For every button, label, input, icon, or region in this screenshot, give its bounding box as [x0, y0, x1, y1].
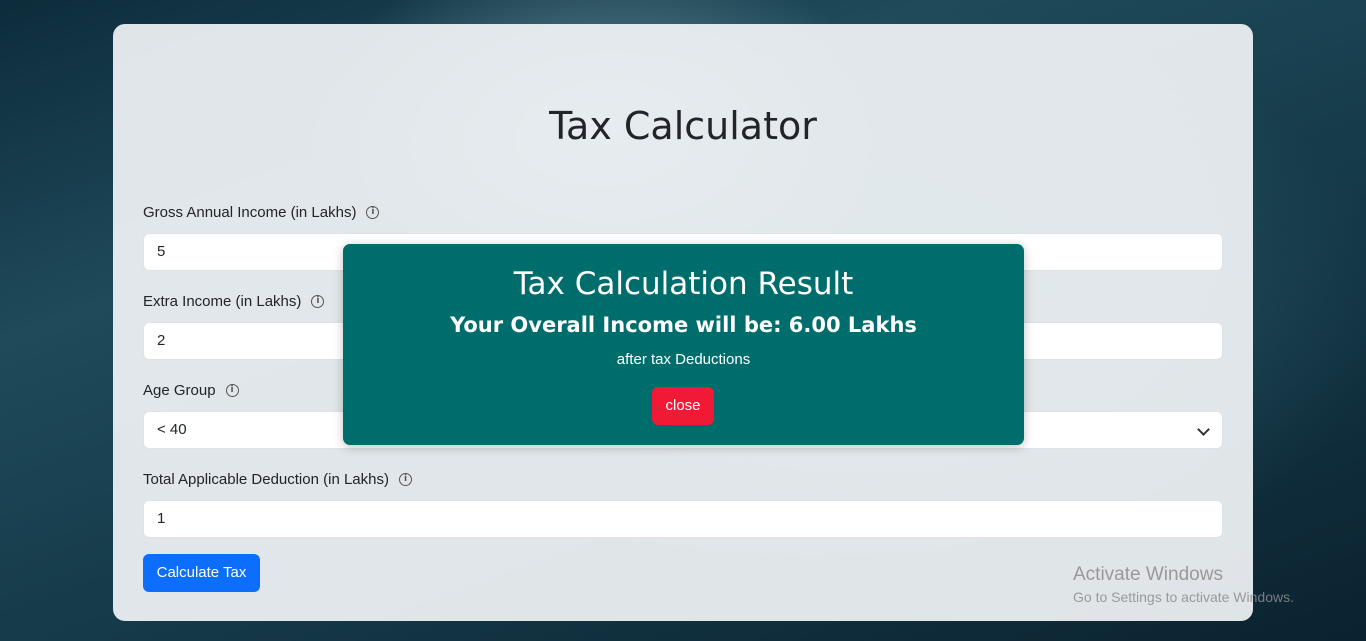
- info-icon[interactable]: i: [398, 472, 412, 486]
- activate-windows-watermark: Activate Windows Go to Settings to activ…: [1073, 564, 1294, 605]
- info-icon[interactable]: i: [366, 205, 380, 219]
- page-title: Tax Calculator: [549, 104, 817, 148]
- age-group-label-text: Age Group: [143, 381, 216, 399]
- age-group-label: Age Group i: [143, 380, 239, 400]
- age-group-selected-value: < 40: [157, 421, 187, 438]
- gross-income-label: Gross Annual Income (in Lakhs) i: [143, 202, 380, 222]
- result-modal: Tax Calculation Result Your Overall Inco…: [343, 244, 1024, 445]
- modal-title: Tax Calculation Result: [513, 266, 854, 302]
- info-icon[interactable]: i: [225, 383, 239, 397]
- extra-income-label-text: Extra Income (in Lakhs): [143, 292, 302, 310]
- chevron-down-icon: [1197, 423, 1210, 436]
- deduction-input[interactable]: 1: [143, 500, 1223, 538]
- gross-income-label-text: Gross Annual Income (in Lakhs): [143, 203, 357, 221]
- extra-income-label: Extra Income (in Lakhs) i: [143, 291, 325, 311]
- deduction-label-text: Total Applicable Deduction (in Lakhs): [143, 470, 389, 488]
- deduction-label: Total Applicable Deduction (in Lakhs) i: [143, 469, 412, 489]
- overall-income-result: Your Overall Income will be: 6.00 Lakhs: [450, 313, 917, 337]
- close-button[interactable]: close: [652, 387, 714, 425]
- watermark-title: Activate Windows: [1073, 564, 1223, 585]
- calculate-tax-button[interactable]: Calculate Tax: [143, 554, 260, 592]
- modal-note: after tax Deductions: [616, 351, 751, 368]
- info-icon[interactable]: i: [311, 294, 325, 308]
- watermark-subtitle: Go to Settings to activate Windows.: [1073, 589, 1294, 605]
